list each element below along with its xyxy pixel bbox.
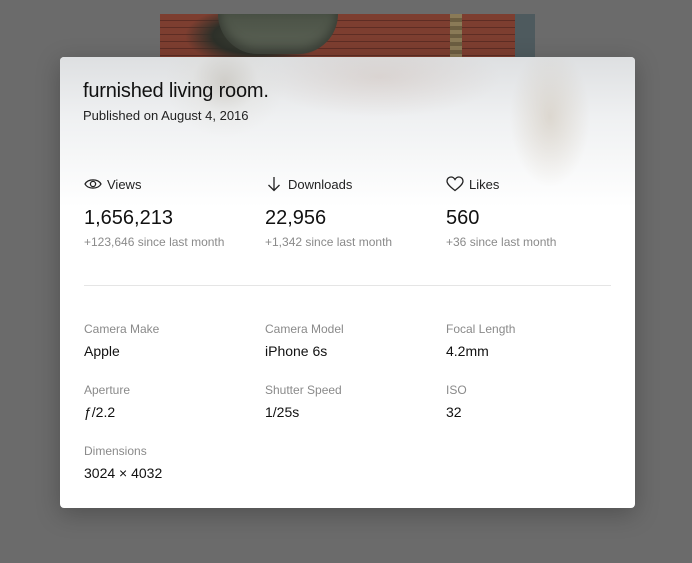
stat-views-delta: +123,646 since last month bbox=[84, 235, 225, 249]
exif-value: 3024 × 4032 bbox=[84, 465, 163, 481]
stat-downloads-value: 22,956 bbox=[265, 207, 327, 229]
exif-dimensions: Dimensions 3024 × 4032 bbox=[84, 444, 264, 482]
stat-views: Views 1,656,213 +123,646 since last mont… bbox=[84, 175, 264, 250]
stat-views-value: 1,656,213 bbox=[84, 207, 173, 229]
exif-value: Apple bbox=[84, 343, 120, 359]
heart-icon bbox=[446, 175, 464, 193]
exif-aperture: Aperture ƒ/2.2 bbox=[84, 383, 264, 421]
exif-label: Focal Length bbox=[446, 322, 516, 336]
stat-views-label: Views bbox=[107, 176, 142, 192]
pendant-lamp-shape bbox=[218, 14, 338, 54]
exif-value: ƒ/2.2 bbox=[84, 404, 116, 420]
exif-shutter-speed: Shutter Speed 1/25s bbox=[265, 383, 445, 421]
published-date: Published on August 4, 2016 bbox=[83, 108, 249, 123]
exif-label: ISO bbox=[446, 383, 467, 397]
stat-likes-value: 560 bbox=[446, 207, 480, 229]
exif-value: 32 bbox=[446, 404, 462, 420]
stat-likes: Likes 560 +36 since last month bbox=[446, 175, 626, 249]
photo-title: furnished living room. bbox=[83, 80, 269, 102]
stat-likes-delta: +36 since last month bbox=[446, 235, 557, 249]
eye-icon bbox=[84, 175, 102, 193]
stat-downloads: Downloads 22,956 +1,342 since last month bbox=[265, 175, 445, 250]
exif-label: Camera Make bbox=[84, 322, 160, 336]
exif-value: 1/25s bbox=[265, 404, 300, 420]
exif-focal-length: Focal Length 4.2mm bbox=[446, 322, 626, 360]
download-arrow-icon bbox=[265, 175, 283, 193]
stat-downloads-label: Downloads bbox=[288, 176, 353, 192]
exif-value: iPhone 6s bbox=[265, 343, 328, 359]
exif-label: Camera Model bbox=[265, 322, 344, 336]
exif-label: Aperture bbox=[84, 383, 131, 397]
exif-camera-make: Camera Make Apple bbox=[84, 322, 264, 360]
stat-likes-label: Likes bbox=[469, 176, 500, 192]
exif-camera-model: Camera Model iPhone 6s bbox=[265, 322, 445, 360]
exif-iso: ISO 32 bbox=[446, 383, 626, 421]
exif-value: 4.2mm bbox=[446, 343, 489, 359]
exif-label: Shutter Speed bbox=[265, 383, 342, 397]
section-divider bbox=[84, 285, 611, 286]
photo-info-modal: furnished living room. Published on Augu… bbox=[60, 57, 635, 508]
exif-label: Dimensions bbox=[84, 444, 147, 458]
stat-downloads-delta: +1,342 since last month bbox=[265, 235, 393, 249]
